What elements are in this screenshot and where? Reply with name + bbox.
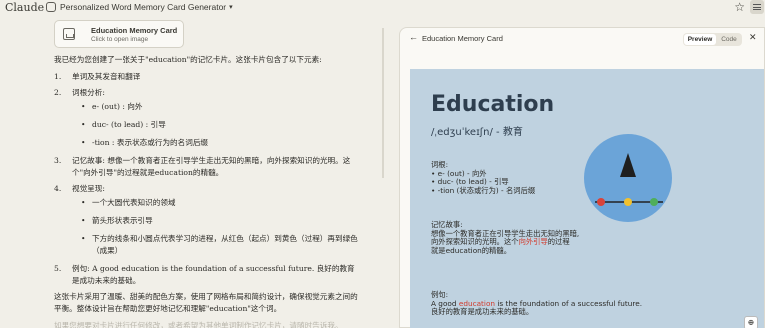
top-bar: Claude Personalized Word Memory Card Gen… xyxy=(0,0,765,18)
message-intro: 我已经为您创建了一张关于"education"的记忆卡片。这张卡片包含了以下元素… xyxy=(54,55,322,64)
story-highlight: 向外引导 xyxy=(518,237,548,246)
list-item: 5. 例句: A good education is the foundatio… xyxy=(54,263,362,287)
root-item: • -tion (状态或行为) - 名词后缀 xyxy=(431,185,536,195)
story-line: 就是education的精髓。 xyxy=(431,245,511,255)
roots-block: 词根: • e- (out) - 向外 • duc- (to lead) - 引… xyxy=(431,160,536,195)
sub-list-item: 箭头形状表示引导 xyxy=(64,215,362,227)
list-text: 单词及其发音和翻译 xyxy=(72,72,141,81)
chevron-down-icon: ▾ xyxy=(229,4,233,11)
chat-title-text: Personalized Word Memory Card Generator xyxy=(60,2,227,12)
list-text: 词根分析: xyxy=(72,88,105,97)
story-text: 向外探索知识的光明。这个 xyxy=(431,237,519,246)
sub-list-item: 下方的线条和小圆点代表学习的进程，从红色（起点）到黄色（过程）再到绿色（成果） xyxy=(64,233,362,257)
brand-logo[interactable]: Claude xyxy=(5,1,44,14)
star-icon[interactable]: ☆ xyxy=(734,0,745,14)
attachment-title: Education Memory Card xyxy=(91,26,178,35)
message-outro: 这张卡片采用了温暖、甜美的配色方案，使用了网格布局和简约设计，确保视觉元素之间的… xyxy=(54,292,358,313)
artifact-title: Education Memory Card xyxy=(422,34,503,43)
list-item: 4. 视觉呈现: 一个大圆代表知识的领域 箭头形状表示引导 下方的线条和小圆点代… xyxy=(54,183,362,257)
tab-preview[interactable]: Preview xyxy=(684,34,716,45)
memory-card-image: Education /ˌedʒuˈkeɪʃn/ - 教育 词根: • e- (o… xyxy=(410,69,764,328)
message-list: 1. 单词及其发音和翻译 2. 词根分析: e- (out) : 向外 duc-… xyxy=(54,71,362,287)
list-number: 2. xyxy=(54,88,62,97)
attachment-subtitle: Click to open image xyxy=(91,36,149,43)
example-translation: 良好的教育是成功未来的基础。 xyxy=(431,307,534,316)
list-number: 4. xyxy=(54,184,62,193)
list-text: 例句: A good education is the foundation o… xyxy=(72,264,355,285)
list-number: 1. xyxy=(54,72,62,81)
card-phonetic: /ˌedʒuˈkeɪʃn/ - 教育 xyxy=(431,127,523,138)
sub-list-item: duc- (to lead) : 引导 xyxy=(64,119,362,131)
list-text: 视觉呈现: xyxy=(72,184,105,193)
sliders-icon xyxy=(753,4,761,10)
end-dot xyxy=(650,198,658,206)
start-dot xyxy=(597,198,605,206)
list-item: 2. 词根分析: e- (out) : 向外 duc- (to lead) : … xyxy=(54,87,362,149)
view-toggle: Preview Code xyxy=(683,33,742,46)
close-icon[interactable]: ✕ xyxy=(749,32,757,43)
tab-code[interactable]: Code xyxy=(717,34,741,45)
knowledge-circle xyxy=(584,134,672,222)
sub-list: 一个大圆代表知识的领域 箭头形状表示引导 下方的线条和小圆点代表学习的进程，从红… xyxy=(64,197,362,257)
list-item: 1. 单词及其发音和翻译 xyxy=(54,71,362,83)
sub-list-item: e- (out) : 向外 xyxy=(64,101,362,113)
assistant-message: 我已经为您创建了一张关于"education"的记忆卡片。这张卡片包含了以下元素… xyxy=(54,54,362,328)
list-number: 5. xyxy=(54,264,62,273)
image-icon xyxy=(63,28,75,40)
list-number: 3. xyxy=(54,156,62,165)
zoom-icon[interactable]: ⊕ xyxy=(744,316,758,328)
knowledge-diagram xyxy=(584,134,672,222)
list-text: 记忆故事: 想像一个教育者正在引导学生走出无知的黑暗，向外探索知识的光明。这个"… xyxy=(72,156,351,177)
sub-list-item: 一个大圆代表知识的领域 xyxy=(64,197,362,209)
settings-toggle-button[interactable] xyxy=(750,0,764,14)
list-item: 3. 记忆故事: 想像一个教育者正在引导学生走出无知的黑暗，向外探索知识的光明。… xyxy=(54,155,362,179)
middle-dot xyxy=(624,198,632,206)
chat-icon xyxy=(46,2,56,12)
card-word: Education xyxy=(431,92,555,117)
artifact-panel: ← Education Memory Card Preview Code ✕ E… xyxy=(399,27,765,328)
example-block: 例句: A good education is the foundation o… xyxy=(431,290,642,317)
story-text: 的过程 xyxy=(547,237,570,246)
story-block: 记忆故事: 想像一个教育者正在引导学生走出无知的黑暗, 向外探索知识的光明。这个… xyxy=(431,220,579,255)
artifact-attachment-card[interactable]: Education Memory Card Click to open imag… xyxy=(54,20,184,48)
message-faded: 如果您想要对卡片进行任何修改，或者希望为其他单词制作记忆卡片，请随时告诉我。 xyxy=(54,321,343,328)
chat-title-menu[interactable]: Personalized Word Memory Card Generator … xyxy=(46,2,233,12)
artifact-header: ← Education Memory Card Preview Code ✕ xyxy=(400,28,765,50)
back-arrow-icon[interactable]: ← xyxy=(409,32,418,42)
sub-list: e- (out) : 向外 duc- (to lead) : 引导 -tion … xyxy=(64,101,362,149)
chat-scrollbar[interactable] xyxy=(382,28,384,178)
sub-list-item: -tion : 表示状态或行为的名词后缀 xyxy=(64,137,362,149)
